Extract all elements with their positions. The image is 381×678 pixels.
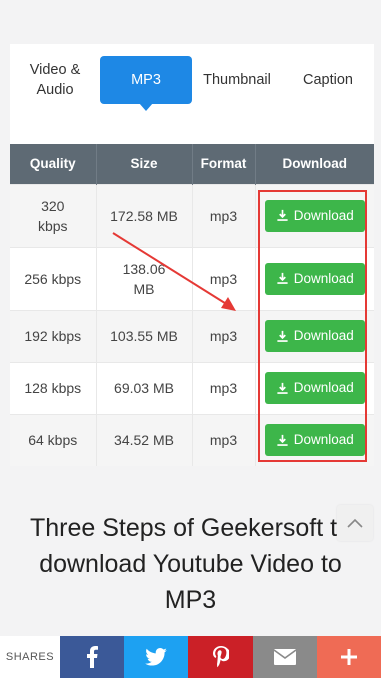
quality-cell: 64 kbps (10, 413, 97, 466)
header-download: Download (255, 144, 374, 184)
tab-label: Audio (36, 82, 74, 98)
tab-caption[interactable]: Caption (292, 56, 364, 104)
download-icon (277, 330, 288, 342)
table-row: 64 kbps 34.52 MB mp3 Download (10, 413, 374, 466)
download-button-label: Download (293, 432, 354, 448)
download-cell: Download (255, 246, 374, 310)
size-cell: 34.52 MB (96, 413, 193, 466)
chevron-up-icon (347, 518, 363, 528)
size-cell: 172.58 MB (96, 183, 193, 247)
mail-icon (273, 649, 296, 665)
format-cell: mp3 (192, 246, 256, 310)
download-icon (277, 272, 288, 284)
format-cell: mp3 (192, 413, 256, 466)
download-icon (277, 382, 288, 394)
share-bar: SHARES (0, 636, 381, 678)
format-cell: mp3 (192, 309, 256, 362)
download-icon (277, 434, 288, 446)
twitter-icon (145, 648, 168, 666)
table-row: 192 kbps 103.55 MB mp3 Download (10, 309, 374, 362)
tab-label: Caption (303, 72, 353, 88)
download-button-label: Download (293, 380, 354, 395)
download-button-label: Download (293, 207, 354, 223)
download-cell: Download (255, 309, 374, 362)
download-icon (277, 209, 288, 221)
size-cell: 138.06 MB (96, 246, 193, 310)
table-row: 256 kbps 138.06 MB mp3 Download (10, 246, 374, 310)
download-button-label: Download (293, 270, 354, 286)
download-button-label: Download (293, 328, 354, 343)
quality-cell: 320 kbps (10, 183, 97, 247)
share-more-button[interactable] (316, 636, 381, 678)
size-cell: 103.55 MB (96, 309, 193, 362)
table-row: 128 kbps 69.03 MB mp3 Download (10, 361, 374, 414)
download-table: Quality Size Format Download 320 kbps 172… (10, 144, 374, 466)
shares-label: SHARES (0, 636, 60, 678)
download-cell: Download (255, 413, 374, 466)
tab-mp3[interactable]: MP3 (100, 56, 192, 111)
tab-label: Video & (29, 62, 81, 78)
plus-icon (340, 649, 357, 665)
pinterest-icon (212, 646, 229, 668)
format-cell: mp3 (192, 183, 256, 247)
quality-value: 320 (41, 197, 65, 214)
tab-label: MP3 (131, 72, 161, 88)
download-button[interactable]: Download (264, 320, 365, 352)
header-quality: Quality (10, 144, 97, 184)
download-button[interactable]: Download (264, 424, 365, 457)
tab-video-audio[interactable]: Video & Audio (18, 56, 92, 104)
download-button[interactable]: Download (264, 199, 365, 232)
quality-cell: 256 kbps (10, 246, 97, 310)
top-bar (0, 0, 381, 22)
download-cell: Download (255, 361, 374, 414)
header-format: Format (192, 144, 256, 184)
quality-cell: 128 kbps (10, 361, 97, 414)
format-tabs: Video & Audio MP3 Thumbnail Caption (10, 44, 374, 116)
table-row: 320 kbps 172.58 MB mp3 Download (10, 183, 374, 247)
facebook-icon (87, 646, 99, 668)
table-header-row: Quality Size Format Download (10, 144, 374, 184)
share-facebook-button[interactable] (60, 636, 125, 678)
quality-unit: kbps (37, 217, 68, 234)
quality-cell: 192 kbps (10, 309, 97, 362)
tab-thumbnail[interactable]: Thumbnail (196, 56, 278, 104)
size-value: 138.06 (122, 260, 166, 277)
size-unit: MB (133, 280, 155, 297)
download-button[interactable]: Download (264, 372, 365, 404)
download-button[interactable]: Download (264, 262, 365, 295)
size-cell: 69.03 MB (96, 361, 193, 414)
share-twitter-button[interactable] (124, 636, 189, 678)
share-mail-button[interactable] (252, 636, 317, 678)
header-size: Size (96, 144, 193, 184)
download-panel: Video & Audio MP3 Thumbnail Caption Quali… (10, 44, 374, 466)
scroll-to-top-button[interactable] (337, 505, 373, 541)
download-cell: Download (255, 183, 374, 247)
section-heading: Three Steps of Geekersoft to download Yo… (30, 514, 351, 614)
tab-label: Thumbnail (203, 72, 271, 88)
page: Video & Audio MP3 Thumbnail Caption Quali… (0, 0, 381, 678)
share-pinterest-button[interactable] (188, 636, 253, 678)
format-cell: mp3 (192, 361, 256, 414)
